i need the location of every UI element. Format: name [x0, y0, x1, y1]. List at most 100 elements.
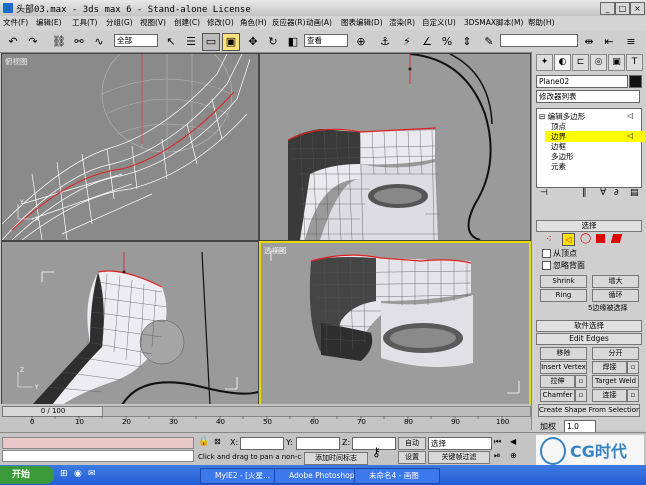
- quick-launch-icon[interactable]: ⊞: [60, 469, 68, 479]
- key-filter-dropdown[interactable]: 选择: [428, 437, 492, 450]
- modifier-list-dropdown[interactable]: 修改器列表: [536, 90, 640, 103]
- modify-tab-icon[interactable]: ◐: [554, 54, 571, 71]
- soft-selection-rollout-header[interactable]: 软件选择: [536, 320, 642, 332]
- selection-rollout-header[interactable]: 选择: [536, 220, 642, 232]
- unlink-icon[interactable]: ⚯: [70, 33, 88, 51]
- vertex-mode-icon[interactable]: ⁖: [546, 234, 552, 245]
- menu-group[interactable]: 分组(G): [106, 17, 133, 28]
- maximize-button[interactable]: □: [615, 2, 630, 15]
- prev-frame-icon[interactable]: ◀: [510, 437, 516, 446]
- menu-maxscript[interactable]: 3DSMAX脚本(M): [464, 17, 523, 28]
- reference-coord-dropdown[interactable]: 查看: [304, 34, 348, 47]
- select-by-name-icon[interactable]: ☰: [182, 33, 200, 51]
- extrude-button[interactable]: 拉伸: [540, 375, 575, 388]
- menu-view[interactable]: 视图(V): [140, 17, 166, 28]
- edit-edges-rollout-header[interactable]: Edit Edges: [536, 333, 642, 345]
- maxscript-listener-mini[interactable]: [2, 437, 194, 449]
- hierarchy-tab-icon[interactable]: ⊏: [572, 54, 589, 71]
- utilities-tab-icon[interactable]: T: [626, 54, 643, 71]
- quick-launch-icon[interactable]: ✉: [88, 469, 96, 479]
- object-name-field[interactable]: Plane02: [536, 75, 628, 88]
- display-tab-icon[interactable]: ▣: [608, 54, 625, 71]
- stack-item-element[interactable]: 元素: [551, 161, 566, 172]
- show-end-result-icon[interactable]: ‖: [582, 188, 587, 198]
- selection-filter-dropdown[interactable]: 全部: [114, 34, 158, 47]
- auto-key-button[interactable]: 自动: [398, 437, 426, 450]
- menu-reactor[interactable]: 反应器(R): [272, 17, 306, 28]
- add-time-tag-button[interactable]: 添加时间标志: [304, 452, 368, 465]
- select-manipulate-icon[interactable]: ⚓: [376, 33, 394, 51]
- menu-create[interactable]: 创建(C): [174, 17, 200, 28]
- make-unique-icon[interactable]: ∀: [600, 188, 606, 198]
- grow-button[interactable]: 增大: [592, 275, 639, 288]
- object-color-swatch[interactable]: [629, 75, 642, 88]
- close-button[interactable]: ×: [630, 2, 645, 15]
- layer-manager-icon[interactable]: ≡: [622, 33, 640, 51]
- ignore-backfacing-checkbox[interactable]: [542, 261, 551, 270]
- mirror-icon[interactable]: ⇹: [580, 33, 598, 51]
- link-icon[interactable]: ⛓: [50, 33, 68, 51]
- viewport-label-perspective[interactable]: 透视图: [264, 245, 287, 256]
- maxscript-input[interactable]: [2, 450, 194, 462]
- split-button[interactable]: 分开: [592, 347, 639, 360]
- viewport-left[interactable]: ZY: [1, 241, 259, 406]
- bind-space-warp-icon[interactable]: ∿: [90, 33, 108, 51]
- align-icon[interactable]: ⇤: [600, 33, 618, 51]
- y-coord-field[interactable]: [296, 437, 340, 450]
- viewport-perspective[interactable]: 透视图: [259, 241, 531, 407]
- menu-tools[interactable]: 工具(T): [72, 17, 97, 28]
- menu-file[interactable]: 文件(F): [3, 17, 28, 28]
- x-coord-field[interactable]: [240, 437, 284, 450]
- scale-icon[interactable]: ◧: [284, 33, 302, 51]
- shrink-button[interactable]: Shrink: [540, 275, 587, 288]
- create-tab-icon[interactable]: ✦: [536, 54, 553, 71]
- border-mode-icon[interactable]: ◯: [580, 233, 591, 244]
- configure-sets-icon[interactable]: ▤: [630, 188, 639, 198]
- pin-stack-icon[interactable]: ⊣: [540, 188, 548, 198]
- edge-mode-icon[interactable]: ◁: [562, 233, 575, 246]
- viewport-label-top[interactable]: 俯视图: [5, 56, 28, 67]
- insert-vertex-button[interactable]: Insert Vertex: [540, 361, 587, 374]
- spinner-snap-icon[interactable]: ⇕: [458, 33, 476, 51]
- quick-launch-icon[interactable]: ◉: [74, 469, 82, 479]
- set-key-button[interactable]: 设置: [398, 451, 426, 464]
- go-to-start-icon[interactable]: ⏮: [494, 437, 501, 447]
- menu-modify[interactable]: 修改(O): [207, 17, 234, 28]
- menu-animation[interactable]: 动画(A): [306, 17, 332, 28]
- by-vertex-checkbox[interactable]: [542, 249, 551, 258]
- task-photoshop[interactable]: Adobe Photoshop: [274, 468, 366, 484]
- zoom-icon[interactable]: ⊕: [510, 451, 517, 460]
- percent-snap-icon[interactable]: %: [438, 33, 456, 51]
- chamfer-settings-button[interactable]: ▫: [575, 389, 587, 402]
- remove-modifier-icon[interactable]: ∂: [614, 188, 619, 198]
- named-selection-set-dropdown[interactable]: [500, 34, 578, 47]
- remove-button[interactable]: 移除: [540, 347, 587, 360]
- angle-snap-icon[interactable]: ∠: [418, 33, 436, 51]
- menu-help[interactable]: 帮助(H): [528, 17, 555, 28]
- element-mode-icon[interactable]: [610, 234, 623, 243]
- move-icon[interactable]: ✥: [244, 33, 262, 51]
- connect-button[interactable]: 连接: [592, 389, 627, 402]
- snap-toggle-icon[interactable]: ⚡: [398, 33, 416, 51]
- start-button[interactable]: 开始: [0, 466, 54, 484]
- key-mode-icon[interactable]: ⏯: [494, 451, 500, 461]
- menu-customize[interactable]: 自定义(U): [422, 17, 456, 28]
- target-weld-button[interactable]: Target Weld: [592, 375, 639, 388]
- viewport-top[interactable]: YX 俯视图: [1, 53, 259, 241]
- chamfer-button[interactable]: Chamfer: [540, 389, 575, 402]
- undo-icon[interactable]: ↶: [4, 33, 22, 51]
- create-shape-button[interactable]: Create Shape From Selection: [538, 404, 640, 417]
- ring-button[interactable]: Ring: [540, 289, 587, 302]
- minimize-button[interactable]: _: [600, 2, 615, 15]
- menu-graph-editors[interactable]: 图表编辑(D): [341, 17, 383, 28]
- viewport-front[interactable]: [259, 53, 531, 241]
- menu-edit[interactable]: 编辑(E): [36, 17, 62, 28]
- weld-button[interactable]: 焊接: [592, 361, 627, 374]
- motion-tab-icon[interactable]: ◎: [590, 54, 607, 71]
- polygon-mode-icon[interactable]: [596, 234, 605, 243]
- key-filters-button[interactable]: 关键帧过滤: [428, 451, 490, 464]
- extrude-settings-button[interactable]: ▫: [575, 375, 587, 388]
- select-object-icon[interactable]: ↖: [162, 33, 180, 51]
- menu-character[interactable]: 角色(H): [240, 17, 267, 28]
- menu-rendering[interactable]: 渲染(R): [389, 17, 415, 28]
